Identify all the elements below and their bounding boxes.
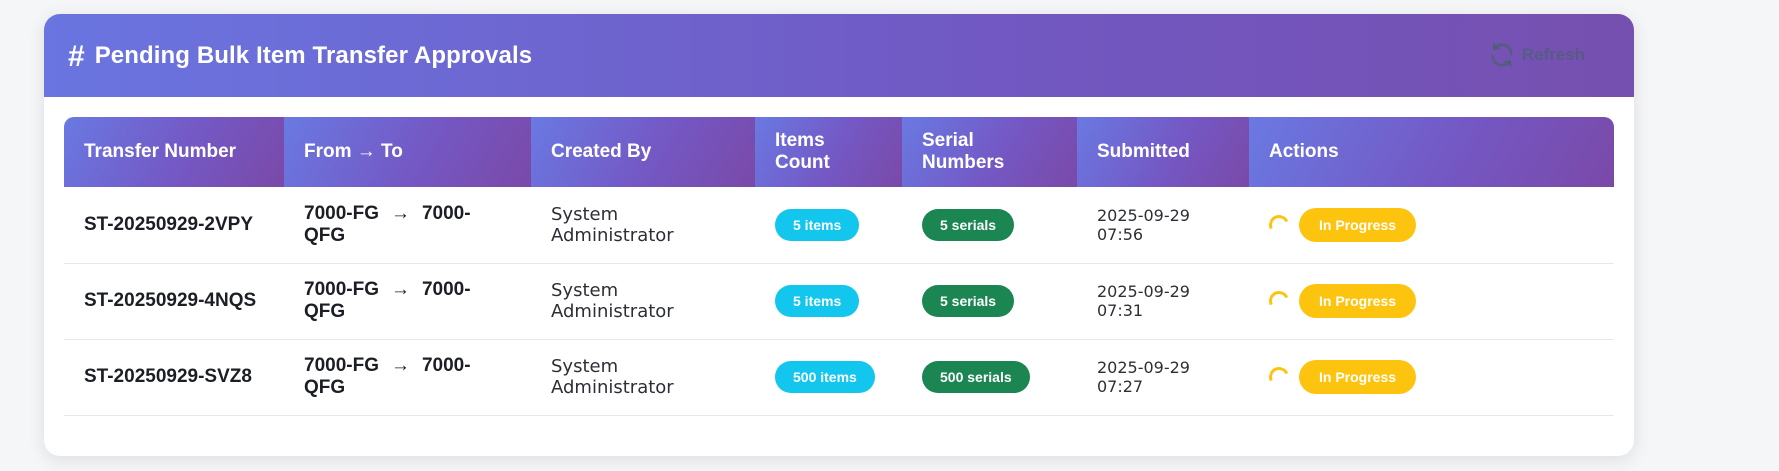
items-count-badge: 5 items <box>775 285 860 317</box>
created-by: System Administrator <box>531 339 755 416</box>
table-row[interactable]: ST-20250929-4NQS 7000-FG → 7000-QFG System… <box>64 263 1614 340</box>
status-badge: In Progress <box>1299 360 1417 394</box>
arrow-right-icon: → <box>390 202 410 224</box>
actions: In Progress <box>1266 284 1594 318</box>
actions-cell: In Progress <box>1249 263 1614 340</box>
items-count-badge: 500 items <box>775 361 875 393</box>
table-header-row: Transfer Number From → To Created By Ite… <box>64 117 1614 187</box>
serials-cell: 5 serials <box>902 263 1077 340</box>
refresh-label: Refresh <box>1521 45 1586 64</box>
actions-cell: In Progress <box>1249 187 1614 264</box>
from-location: 7000-FG <box>304 279 379 300</box>
from-location: 7000-FG <box>304 355 379 376</box>
loading-spinner-icon <box>1266 288 1292 314</box>
actions: In Progress <box>1266 207 1594 242</box>
table-row[interactable]: ST-20250929-2VPY 7000-FG → 7000-QFG System… <box>64 187 1614 264</box>
status-badge: In Progress <box>1299 284 1417 318</box>
items-count-cell: 5 items <box>755 187 902 264</box>
created-by: System Administrator <box>531 263 755 340</box>
card-header: # Pending Bulk Item Transfer Approvals R… <box>44 14 1634 97</box>
transfer-number: ST-20250929-SVZ8 <box>64 339 284 416</box>
actions-cell: In Progress <box>1249 339 1614 416</box>
from-to: 7000-FG → 7000-QFG <box>284 339 531 416</box>
table-row[interactable]: ST-20250929-SVZ8 7000-FG → 7000-QFG System… <box>64 339 1614 416</box>
arrow-right-icon: → <box>390 355 410 376</box>
serials-badge: 5 serials <box>922 285 1015 317</box>
loading-spinner-icon <box>1266 364 1292 390</box>
from-location: 7000-FG <box>304 202 379 224</box>
serials-badge: 5 serials <box>922 208 1015 241</box>
col-from-to: From → To <box>284 117 531 187</box>
hash-icon: # <box>68 39 85 73</box>
from-to: 7000-FG → 7000-QFG <box>284 263 531 340</box>
col-items-count: Items Count <box>755 117 902 187</box>
from-to: 7000-FG → 7000-QFG <box>284 187 531 264</box>
refresh-button[interactable]: Refresh <box>1459 24 1614 86</box>
items-count-cell: 500 items <box>755 339 902 416</box>
col-serial-numbers: Serial Numbers <box>902 117 1077 187</box>
title-wrap: # Pending Bulk Item Transfer Approvals <box>68 40 532 72</box>
approvals-table-wrap: Transfer Number From → To Created By Ite… <box>64 117 1614 416</box>
submitted-time: 2025-09-29 07:31 <box>1077 263 1249 340</box>
serials-cell: 500 serials <box>902 339 1077 416</box>
submitted-time: 2025-09-29 07:56 <box>1077 187 1249 264</box>
page-title: Pending Bulk Item Transfer Approvals <box>94 41 533 69</box>
col-submitted: Submitted <box>1077 117 1249 187</box>
arrow-right-icon: → <box>390 279 410 300</box>
submitted-time: 2025-09-29 07:27 <box>1077 339 1249 416</box>
approvals-card: # Pending Bulk Item Transfer Approvals R… <box>44 14 1634 456</box>
col-created-by: Created By <box>531 117 755 187</box>
approvals-table: Transfer Number From → To Created By Ite… <box>64 117 1614 416</box>
serials-cell: 5 serials <box>902 187 1077 264</box>
serials-badge: 500 serials <box>922 361 1030 393</box>
refresh-icon <box>1491 43 1513 67</box>
created-by: System Administrator <box>531 187 755 264</box>
col-actions: Actions <box>1249 117 1614 187</box>
loading-spinner-icon <box>1266 211 1292 238</box>
status-badge: In Progress <box>1299 207 1417 242</box>
items-count-badge: 5 items <box>775 208 860 241</box>
transfer-number: ST-20250929-2VPY <box>64 187 284 264</box>
transfer-number: ST-20250929-4NQS <box>64 263 284 340</box>
actions: In Progress <box>1266 360 1594 394</box>
col-transfer-number: Transfer Number <box>64 117 284 187</box>
items-count-cell: 5 items <box>755 263 902 340</box>
